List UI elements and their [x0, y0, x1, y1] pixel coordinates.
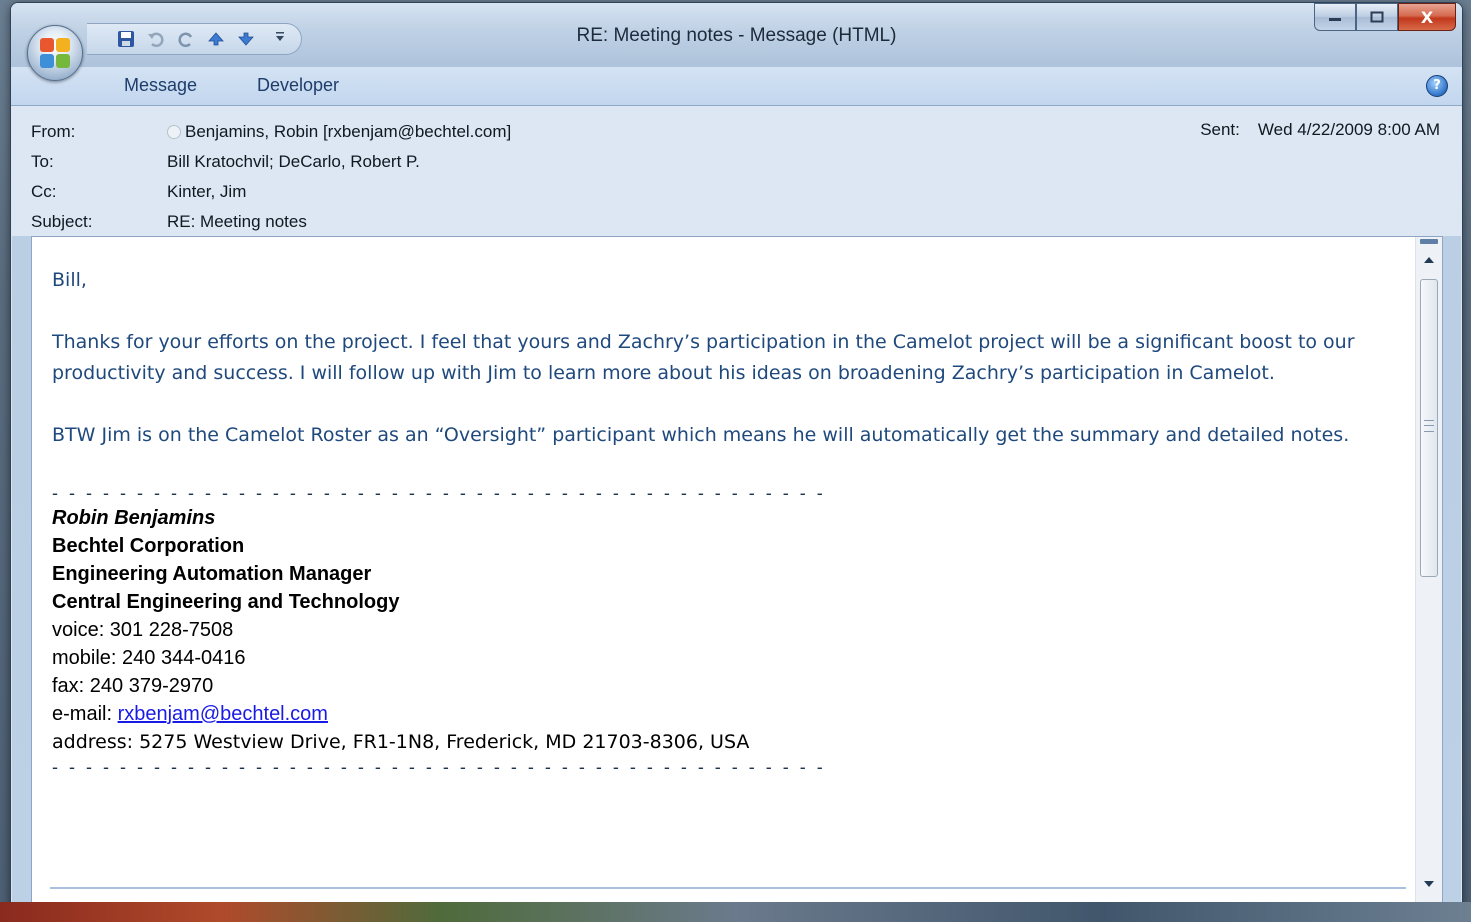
from-value[interactable]: Benjamins, Robin [rxbenjam@bechtel.com] — [167, 122, 511, 142]
scrollbar-thumb[interactable] — [1420, 279, 1438, 577]
save-icon[interactable] — [115, 28, 137, 50]
next-item-icon[interactable] — [235, 28, 257, 50]
quick-access-toolbar — [87, 23, 302, 55]
redo-icon[interactable] — [175, 28, 197, 50]
signature-divider-top: - - - - - - - - - - - - - - - - - - - - … — [52, 483, 826, 503]
office-logo-icon — [40, 38, 70, 68]
from-text: Benjamins, Robin [rxbenjam@bechtel.com] — [185, 122, 512, 141]
to-row: To: Bill Kratochvil; DeCarlo, Robert P. — [31, 148, 420, 176]
message-body[interactable]: Bill, Thanks for your efforts on the pro… — [31, 236, 1443, 910]
signature-department: Central Engineering and Technology — [52, 591, 400, 613]
split-handle[interactable] — [1420, 239, 1438, 244]
minimize-button[interactable] — [1314, 3, 1356, 31]
grip-icon — [1424, 420, 1434, 432]
signature-voice: voice: 301 228-7508 — [52, 619, 234, 641]
office-button[interactable] — [27, 25, 83, 81]
body-paragraph-2: BTW Jim is on the Camelot Roster as an “… — [52, 424, 1350, 446]
subject-row: Subject: RE: Meeting notes — [31, 208, 307, 236]
signature-fax: fax: 240 379-2970 — [52, 675, 214, 697]
signature-email-line: e-mail: rxbenjam@bechtel.com — [52, 700, 1392, 728]
signature-address: address: 5275 Westview Drive, FR1-1N8, F… — [52, 731, 750, 753]
to-label: To: — [31, 152, 54, 171]
message-window: RE: Meeting notes - Message (HTML) X Mes… — [10, 2, 1463, 914]
window-controls: X — [1314, 3, 1456, 31]
reply-separator — [50, 887, 1406, 889]
body-paragraph-1: Thanks for your efforts on the project. … — [52, 331, 1355, 384]
help-icon[interactable]: ? — [1426, 75, 1448, 97]
customize-toolbar-dropdown-icon[interactable] — [275, 31, 285, 47]
signature-divider-bottom: - - - - - - - - - - - - - - - - - - - - … — [52, 757, 826, 777]
sent-value: Wed 4/22/2009 8:00 AM — [1257, 120, 1440, 139]
tab-developer[interactable]: Developer — [257, 75, 339, 96]
from-row: From: Benjamins, Robin [rxbenjam@bechtel… — [31, 118, 511, 146]
signature-block: - - - - - - - - - - - - - - - - - - - - … — [52, 482, 1392, 778]
greeting: Bill, — [52, 269, 87, 291]
cc-label: Cc: — [31, 182, 57, 201]
subject-value: RE: Meeting notes — [167, 212, 307, 231]
previous-item-icon[interactable] — [205, 28, 227, 50]
signature-mobile: mobile: 240 344-0416 — [52, 647, 246, 669]
vertical-scrollbar[interactable] — [1415, 237, 1442, 909]
signature-name: Robin Benjamins — [52, 507, 216, 529]
signature-company: Bechtel Corporation — [52, 535, 245, 557]
ribbon-tabs: Message Developer ? — [11, 67, 1462, 106]
undo-icon[interactable] — [145, 28, 167, 50]
signature-role: Engineering Automation Manager — [52, 563, 372, 585]
signature-email-link[interactable]: rxbenjam@bechtel.com — [118, 703, 328, 725]
scroll-up-icon[interactable] — [1420, 253, 1438, 271]
desktop-background — [0, 902, 1471, 922]
message-body-content: Bill, Thanks for your efforts on the pro… — [52, 265, 1392, 778]
tab-message[interactable]: Message — [124, 75, 197, 96]
cc-row: Cc: Kinter, Jim — [31, 178, 246, 206]
sent-label: Sent: — [1200, 120, 1240, 139]
close-icon: X — [1420, 7, 1434, 27]
message-headers: From: Benjamins, Robin [rxbenjam@bechtel… — [11, 106, 1462, 236]
sent-info: Sent: Wed 4/22/2009 8:00 AM — [1200, 120, 1440, 140]
maximize-button[interactable] — [1356, 3, 1398, 31]
cc-value[interactable]: Kinter, Jim — [167, 182, 246, 202]
subject-label: Subject: — [31, 212, 93, 231]
scroll-down-icon[interactable] — [1420, 877, 1438, 895]
signature-email-label: e-mail: — [52, 703, 118, 725]
presence-icon — [167, 125, 181, 139]
close-button[interactable]: X — [1398, 3, 1456, 31]
title-bar: RE: Meeting notes - Message (HTML) X — [11, 3, 1462, 67]
from-label: From: — [31, 122, 76, 141]
to-value[interactable]: Bill Kratochvil; DeCarlo, Robert P. — [167, 152, 420, 172]
